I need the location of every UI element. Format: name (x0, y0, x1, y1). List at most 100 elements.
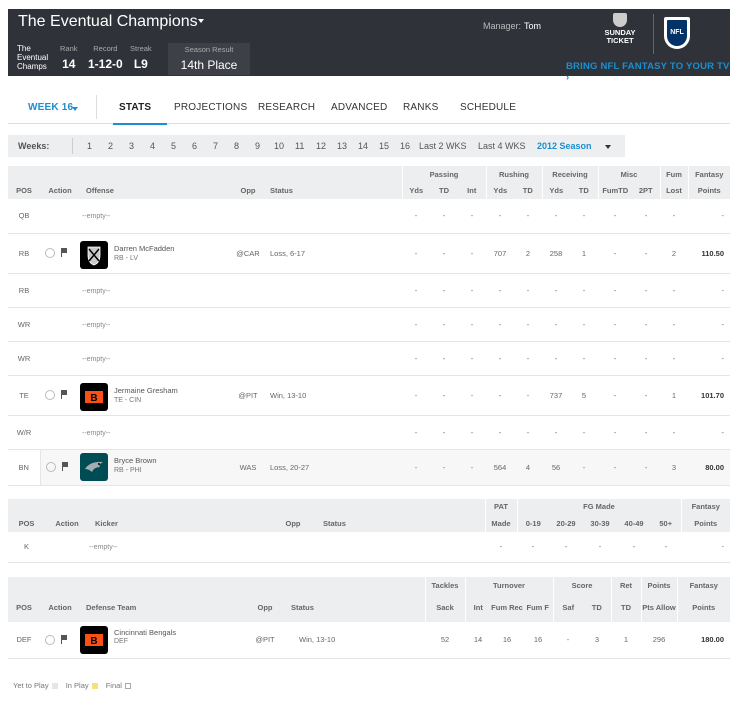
col-fum-f[interactable]: Fum F (523, 593, 553, 622)
nfl-shield-icon[interactable]: NFL (664, 17, 690, 49)
col-kicker[interactable]: Kicker (89, 514, 265, 532)
col-defense-team[interactable]: Defense Team (80, 593, 241, 622)
week-link[interactable]: 1 (87, 141, 92, 151)
row-status[interactable]: Loss, 20-27 (266, 449, 402, 486)
flag-icon[interactable] (61, 248, 67, 257)
sunday-ticket-logo[interactable]: SUNDAY TICKET (600, 13, 640, 55)
player-name[interactable]: Bryce Brown (114, 456, 157, 465)
trade-icon[interactable] (45, 248, 55, 258)
week-selector[interactable]: WEEK 16 (28, 102, 73, 113)
week-link[interactable]: 5 (171, 141, 176, 151)
tab-ranks[interactable]: RANKS (403, 102, 438, 113)
col-pos[interactable]: POS (8, 593, 40, 622)
col-opp[interactable]: Opp (265, 514, 321, 532)
row-status[interactable]: Win, 13-10 (266, 375, 402, 416)
week-link[interactable]: 16 (400, 141, 410, 151)
col-td[interactable]: TD (583, 593, 612, 622)
week-link[interactable]: 2 (108, 141, 113, 151)
last-4-weeks-link[interactable]: Last 4 WKS (478, 141, 526, 151)
row-opp[interactable]: WAS (230, 449, 266, 486)
tab-stats[interactable]: STATS (119, 102, 151, 113)
col-opp[interactable]: Opp (230, 182, 266, 199)
col-pass-yds[interactable]: Yds (401, 182, 430, 199)
col-ret-td[interactable]: TD (610, 593, 642, 622)
tab-advanced[interactable]: ADVANCED (331, 102, 387, 113)
week-link[interactable]: 3 (129, 141, 134, 151)
col-fg-40-49[interactable]: 40-49 (617, 514, 651, 532)
points-cell[interactable]: 80.00 (688, 449, 730, 486)
col-pos[interactable]: POS (8, 182, 40, 199)
tab-schedule[interactable]: SCHEDULE (460, 102, 516, 113)
trade-icon[interactable] (45, 462, 56, 472)
week-link[interactable]: 10 (274, 141, 284, 151)
col-points[interactable]: Points (676, 593, 731, 622)
trade-icon[interactable] (45, 390, 55, 400)
tab-research[interactable]: RESEARCH (258, 102, 315, 113)
col-offense[interactable]: Offense (80, 182, 230, 199)
points-cell[interactable]: 110.50 (688, 233, 730, 274)
empty-slot[interactable]: --empty-- (89, 544, 117, 551)
tab-projections[interactable]: PROJECTIONS (174, 102, 247, 113)
empty-slot[interactable]: --empty-- (82, 213, 110, 220)
col-saf[interactable]: Saf (552, 593, 583, 622)
col-sack[interactable]: Sack (424, 593, 465, 622)
col-int[interactable]: Int (464, 593, 491, 622)
week-link[interactable]: 4 (150, 141, 155, 151)
col-rec-yds[interactable]: Yds (541, 182, 570, 199)
season-selector[interactable]: 2012 Season (537, 141, 592, 151)
col-lost[interactable]: Lost (659, 182, 688, 199)
flag-icon[interactable] (61, 634, 67, 644)
week-link[interactable]: 14 (358, 141, 368, 151)
col-fg-30-39[interactable]: 30-39 (583, 514, 617, 532)
col-fg-50plus[interactable]: 50+ (651, 514, 682, 532)
row-status[interactable]: Win, 13-10 (289, 622, 425, 659)
col-opp[interactable]: Opp (241, 593, 289, 622)
flag-icon[interactable] (61, 390, 67, 399)
row-status[interactable]: Loss, 6-17 (266, 233, 402, 274)
trade-icon[interactable] (45, 634, 55, 645)
team-name[interactable]: The Eventual Champions (18, 13, 198, 31)
col-rec-td[interactable]: TD (570, 182, 598, 199)
col-fg-20-29[interactable]: 20-29 (549, 514, 583, 532)
empty-slot[interactable]: --empty-- (82, 356, 110, 363)
col-points[interactable]: Points (687, 182, 730, 199)
col-2pt[interactable]: 2PT (632, 182, 660, 199)
col-fg-0-19[interactable]: 0-19 (516, 514, 549, 532)
col-fum-rec[interactable]: Fum Rec (491, 593, 523, 622)
team-name[interactable]: Cincinnati Bengals (114, 628, 176, 637)
chevron-down-icon[interactable] (605, 145, 611, 149)
row-opp[interactable]: @PIT (230, 375, 266, 416)
col-rush-td[interactable]: TD (514, 182, 542, 199)
last-2-weeks-link[interactable]: Last 2 WKS (419, 141, 467, 151)
week-link[interactable]: 8 (234, 141, 239, 151)
col-pass-td[interactable]: TD (430, 182, 458, 199)
col-pos[interactable]: POS (8, 514, 45, 532)
col-pts-allow[interactable]: Pts Allow (640, 593, 678, 622)
flag-icon[interactable] (61, 462, 68, 471)
week-link[interactable]: 7 (213, 141, 218, 151)
points-cell[interactable]: 180.00 (677, 622, 731, 659)
chevron-down-icon[interactable] (72, 107, 78, 111)
col-points[interactable]: Points (680, 514, 731, 532)
empty-slot[interactable]: --empty-- (82, 322, 110, 329)
week-link[interactable]: 11 (295, 141, 304, 151)
col-rush-yds[interactable]: Yds (485, 182, 514, 199)
player-name[interactable]: Jermaine Gresham (114, 386, 178, 395)
points-cell[interactable]: 101.70 (688, 375, 730, 416)
manager-name[interactable]: Tom (524, 21, 541, 31)
week-link[interactable]: 15 (379, 141, 389, 151)
week-link[interactable]: 12 (316, 141, 326, 151)
col-pass-int[interactable]: Int (458, 182, 486, 199)
promo-link[interactable]: BRING NFL FANTASY TO YOUR TV › (566, 61, 730, 83)
col-fumtd[interactable]: FumTD (597, 182, 632, 199)
week-link[interactable]: 6 (192, 141, 197, 151)
empty-slot[interactable]: --empty-- (82, 430, 110, 437)
empty-slot[interactable]: --empty-- (82, 288, 110, 295)
team-dropdown-caret-icon[interactable] (198, 19, 204, 23)
week-link[interactable]: 9 (255, 141, 260, 151)
col-pat-made[interactable]: Made (484, 514, 517, 532)
row-opp[interactable]: @CAR (230, 233, 266, 274)
player-name[interactable]: Darren McFadden (114, 244, 174, 253)
row-opp[interactable]: @PIT (241, 622, 289, 659)
week-link[interactable]: 13 (337, 141, 347, 151)
